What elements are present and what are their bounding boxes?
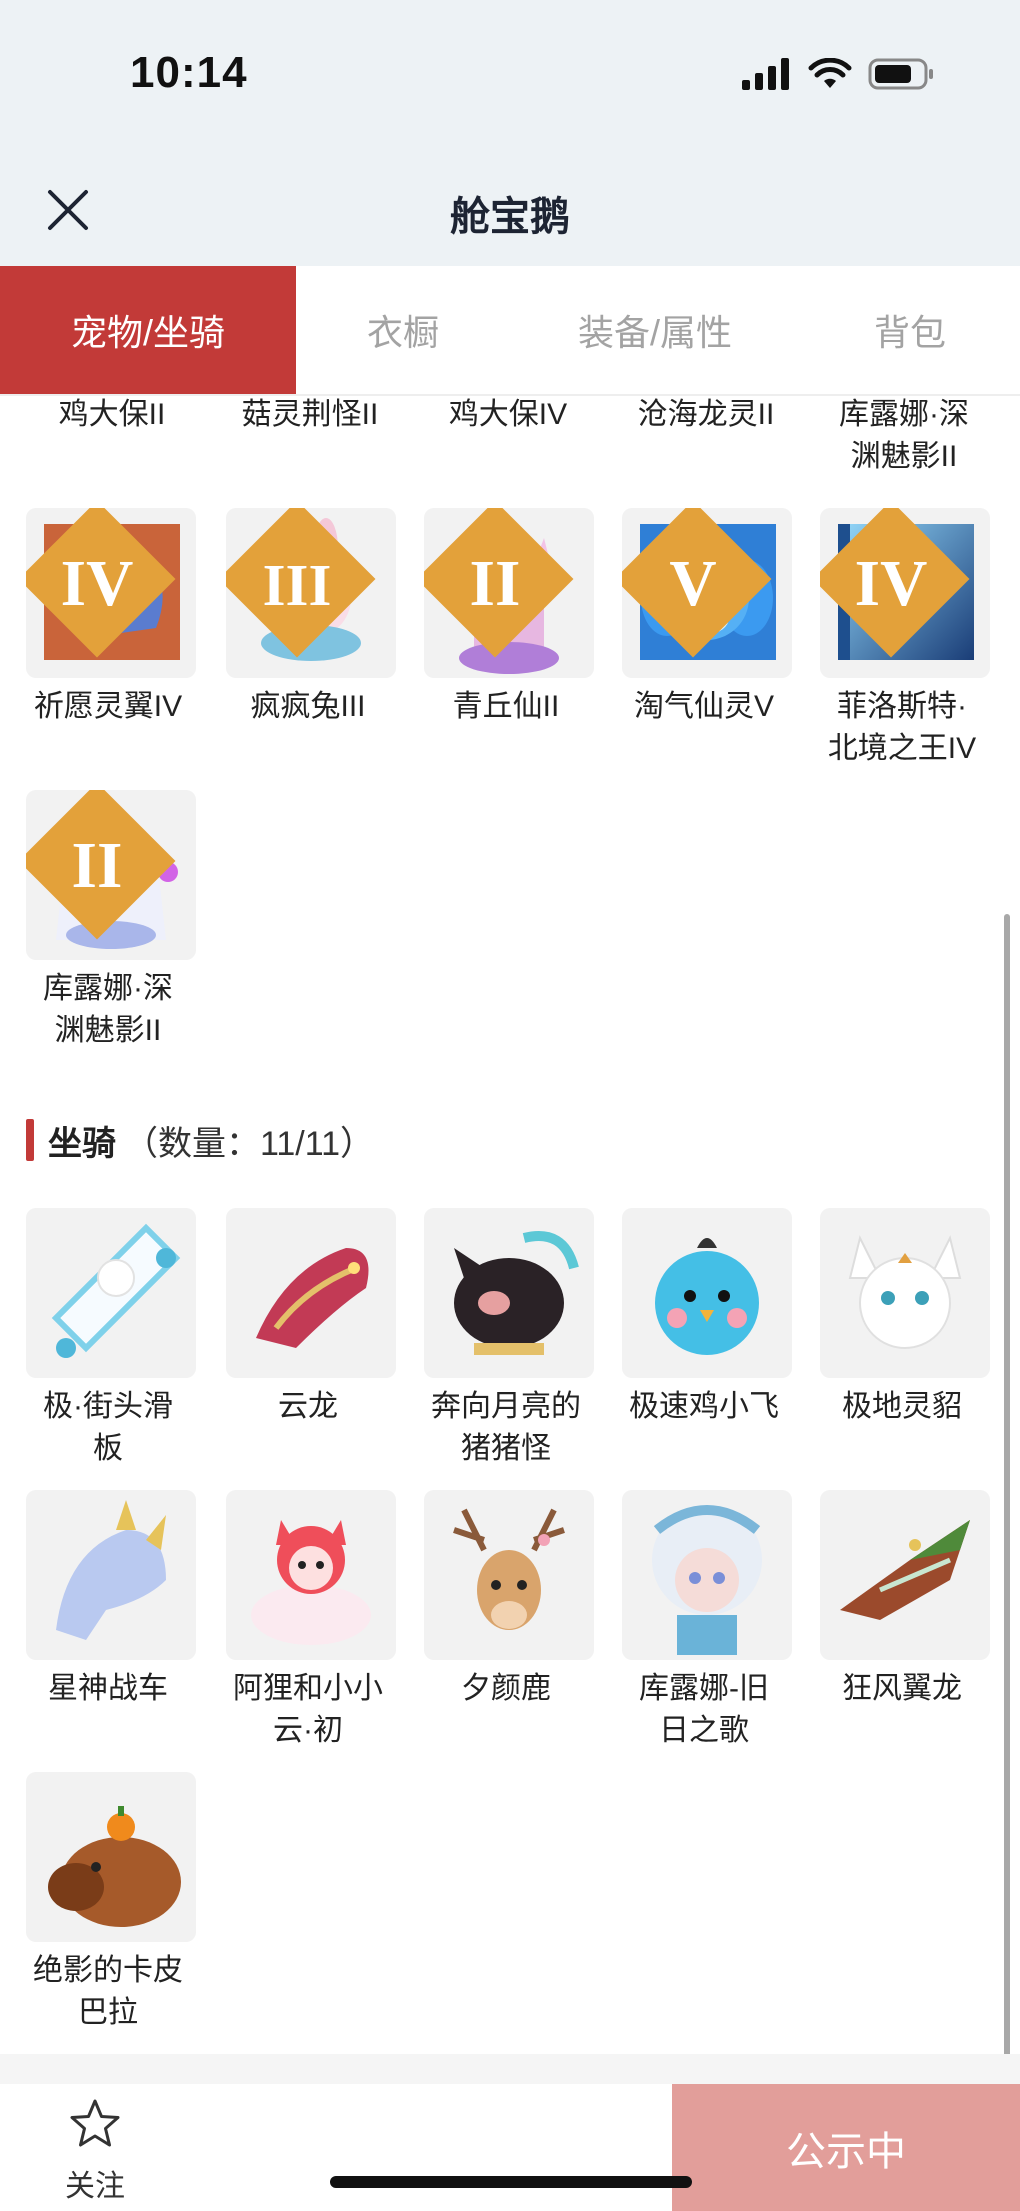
chick-icon[interactable]	[622, 1208, 792, 1378]
mount-name: 星神战车	[48, 1672, 168, 1705]
follow-label: 关注	[65, 2170, 125, 2203]
blue-pup-icon[interactable]: V	[622, 508, 792, 678]
rank-badge-icon: V	[622, 508, 772, 658]
battery-icon	[868, 58, 933, 90]
horse-icon[interactable]	[26, 1490, 196, 1660]
pet-name: 青丘仙II	[452, 690, 560, 723]
mount-name: 库露娜-旧 日之歌	[639, 1672, 769, 1747]
grid-label: 鸡大保IV	[448, 398, 568, 431]
fox-fairy-icon[interactable]: II	[424, 508, 594, 678]
skateboard-icon[interactable]	[26, 1208, 196, 1378]
girl-icon[interactable]	[622, 1490, 792, 1660]
capybara-icon[interactable]	[26, 1772, 196, 1942]
pet-name: 菲洛斯特· 北境之王IV	[827, 690, 977, 765]
svg-text:III: III	[263, 553, 332, 618]
scrollbar[interactable]	[1004, 914, 1010, 2074]
fox-cloud-icon[interactable]	[226, 1490, 396, 1660]
ice-king-icon[interactable]: IV	[820, 508, 990, 678]
rank-badge-icon: IV	[820, 508, 970, 658]
star-icon	[70, 2099, 120, 2147]
mount-name: 绝影的卡皮 巴拉	[33, 1954, 183, 2029]
grid-label: 库露娜·深 渊魅影II	[839, 398, 969, 473]
public-status-button[interactable]: 公示中	[672, 2084, 1020, 2211]
grid-label: 菇灵荆怪II	[241, 398, 379, 431]
signal-icon	[742, 58, 789, 90]
mink-icon[interactable]	[820, 1208, 990, 1378]
rank-badge-icon: III	[226, 508, 376, 658]
mount-name: 极速鸡小飞	[629, 1390, 779, 1423]
svg-text:II: II	[72, 830, 123, 902]
bottom-action-bar: 关注 公示中	[0, 2084, 1020, 2211]
tab-wardrobe[interactable]: 衣橱	[296, 266, 510, 394]
wyvern-icon[interactable]	[820, 1490, 990, 1660]
rank-badge-icon: II	[424, 508, 574, 658]
pig-icon[interactable]	[424, 1208, 594, 1378]
mount-name: 极·街头滑 板	[43, 1390, 173, 1465]
mount-name: 狂风翼龙	[842, 1672, 962, 1705]
tab-pets-mounts[interactable]: 宠物/坐骑	[0, 266, 296, 394]
svg-text:II: II	[470, 548, 521, 620]
section-title: 坐骑	[48, 1124, 116, 1163]
mount-name: 极地灵貂	[842, 1390, 962, 1423]
mount-name: 夕颜鹿	[461, 1672, 551, 1705]
svg-text:V: V	[669, 548, 716, 620]
doll-icon[interactable]: II	[26, 790, 196, 960]
rank-badge-icon: II	[26, 790, 176, 940]
nav-bar: 舱宝鹅	[0, 150, 1020, 266]
mount-name: 阿狸和小小 云·初	[233, 1672, 383, 1747]
pet-name: 疯疯兔III	[250, 690, 366, 723]
section-count: （数量：11/11）	[124, 1124, 375, 1163]
bird-icon[interactable]: IV	[26, 508, 196, 678]
content-area[interactable]: 鸡大保II 菇灵荆怪II 鸡大保IV 沧海龙灵II 库露娜·深 渊魅影II IV…	[0, 398, 1010, 2050]
grid-label: 沧海龙灵II	[637, 398, 775, 431]
status-time: 10:14	[130, 48, 248, 97]
tab-bar: 宠物/坐骑 衣橱 装备/属性 背包	[0, 266, 1020, 396]
section-accent-bar	[26, 1119, 34, 1161]
mount-name: 奔向月亮的 猪猪怪	[431, 1390, 581, 1465]
home-indicator	[330, 2176, 692, 2188]
mount-name: 云龙	[278, 1390, 338, 1423]
svg-text:IV: IV	[855, 548, 928, 620]
status-bar: 10:14	[0, 0, 1020, 150]
status-icons	[742, 58, 934, 90]
svg-text:IV: IV	[61, 548, 134, 620]
rabbit-icon[interactable]: III	[226, 508, 396, 678]
bottom-divider	[0, 2054, 1020, 2084]
rank-badge-icon: IV	[26, 508, 176, 658]
pet-name: 淘气仙灵V	[633, 690, 774, 723]
mounts-section-header: 坐骑 （数量：11/11）	[26, 1116, 374, 1164]
pet-name: 库露娜·深 渊魅影II	[43, 972, 173, 1047]
pet-name: 祈愿灵翼IV	[33, 690, 183, 723]
grid-label: 鸡大保II	[58, 398, 166, 431]
wifi-icon	[808, 58, 852, 88]
follow-button[interactable]: 关注	[40, 2098, 150, 2203]
dragon-icon[interactable]	[226, 1208, 396, 1378]
page-title: 舱宝鹅	[450, 195, 570, 239]
pet-label-row: 鸡大保II 菇灵荆怪II 鸡大保IV 沧海龙灵II 库露娜·深 渊魅影II	[0, 398, 1010, 478]
tab-equipment[interactable]: 装备/属性	[510, 266, 800, 394]
deer-icon[interactable]	[424, 1490, 594, 1660]
tab-backpack[interactable]: 背包	[800, 266, 1020, 394]
